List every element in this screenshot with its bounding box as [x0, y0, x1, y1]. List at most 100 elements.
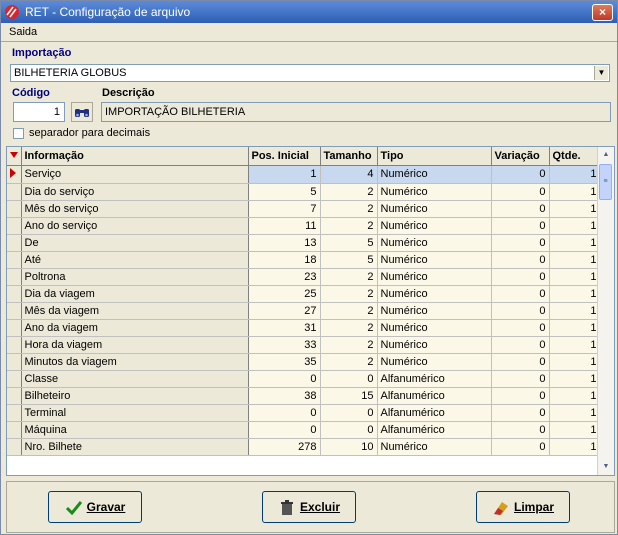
cell-variacao[interactable]: 0 [491, 183, 550, 201]
cell-tamanho[interactable]: 10 [320, 438, 378, 456]
cell-pos-inicial[interactable]: 38 [248, 387, 321, 405]
col-header-tamanho[interactable]: Tamanho [320, 147, 378, 166]
descricao-input[interactable]: IMPORTAÇÃO BILHETERIA [101, 102, 611, 122]
cell-pos-inicial[interactable]: 27 [248, 302, 321, 320]
cell-variacao[interactable]: 0 [491, 387, 550, 405]
cell-qtde[interactable]: 1 [549, 234, 601, 252]
table-row[interactable]: De 13 5 Numérico 0 1 [7, 234, 601, 252]
table-row[interactable]: Serviço 1 4 Numérico 0 1 [7, 165, 601, 184]
cell-informacao[interactable]: Mês do serviço [21, 200, 249, 218]
table-row[interactable]: Minutos da viagem 35 2 Numérico 0 1 [7, 353, 601, 371]
cell-informacao[interactable]: Nro. Bilhete [21, 438, 249, 456]
limpar-button[interactable]: Limpar [476, 491, 570, 523]
col-header-tipo[interactable]: Tipo [377, 147, 492, 166]
cell-pos-inicial[interactable]: 278 [248, 438, 321, 456]
cell-variacao[interactable]: 0 [491, 336, 550, 354]
cell-qtde[interactable]: 1 [549, 285, 601, 303]
scroll-thumb[interactable]: ≡ [599, 164, 612, 200]
cell-informacao[interactable]: Mês da viagem [21, 302, 249, 320]
cell-tamanho[interactable]: 0 [320, 421, 378, 439]
cell-informacao[interactable]: Minutos da viagem [21, 353, 249, 371]
cell-qtde[interactable]: 1 [549, 319, 601, 337]
table-row[interactable]: Poltrona 23 2 Numérico 0 1 [7, 268, 601, 286]
cell-informacao[interactable]: Poltrona [21, 268, 249, 286]
cell-variacao[interactable]: 0 [491, 319, 550, 337]
cell-pos-inicial[interactable]: 1 [248, 165, 321, 184]
cell-tamanho[interactable]: 2 [320, 268, 378, 286]
table-row[interactable]: Até 18 5 Numérico 0 1 [7, 251, 601, 269]
menu-saida[interactable]: Saida [9, 26, 37, 38]
cell-pos-inicial[interactable]: 5 [248, 183, 321, 201]
separador-checkbox[interactable] [13, 128, 24, 139]
cell-tamanho[interactable]: 2 [320, 285, 378, 303]
cell-informacao[interactable]: De [21, 234, 249, 252]
cell-tipo[interactable]: Alfanumérico [377, 404, 492, 422]
cell-variacao[interactable]: 0 [491, 165, 550, 184]
cell-tamanho[interactable]: 15 [320, 387, 378, 405]
cell-tipo[interactable]: Numérico [377, 217, 492, 235]
cell-tamanho[interactable]: 2 [320, 217, 378, 235]
cell-variacao[interactable]: 0 [491, 421, 550, 439]
cell-tamanho[interactable]: 5 [320, 234, 378, 252]
cell-tamanho[interactable]: 4 [320, 165, 378, 184]
cell-variacao[interactable]: 0 [491, 200, 550, 218]
cell-qtde[interactable]: 1 [549, 438, 601, 456]
table-row[interactable]: Ano do serviço 11 2 Numérico 0 1 [7, 217, 601, 235]
cell-tipo[interactable]: Numérico [377, 200, 492, 218]
cell-tipo[interactable]: Alfanumérico [377, 387, 492, 405]
cell-qtde[interactable]: 1 [549, 217, 601, 235]
cell-qtde[interactable]: 1 [549, 302, 601, 320]
cell-informacao[interactable]: Máquina [21, 421, 249, 439]
table-row[interactable]: Dia do serviço 5 2 Numérico 0 1 [7, 183, 601, 201]
cell-qtde[interactable]: 1 [549, 387, 601, 405]
cell-qtde[interactable]: 1 [549, 165, 601, 184]
col-header-informacao[interactable]: Informação [21, 147, 249, 166]
col-header-qtde[interactable]: Qtde. [549, 147, 601, 166]
cell-variacao[interactable]: 0 [491, 370, 550, 388]
cell-qtde[interactable]: 1 [549, 200, 601, 218]
cell-pos-inicial[interactable]: 33 [248, 336, 321, 354]
cell-pos-inicial[interactable]: 0 [248, 404, 321, 422]
table-row[interactable]: Hora da viagem 33 2 Numérico 0 1 [7, 336, 601, 354]
cell-informacao[interactable]: Ano do serviço [21, 217, 249, 235]
cell-tamanho[interactable]: 2 [320, 336, 378, 354]
cell-variacao[interactable]: 0 [491, 438, 550, 456]
cell-tamanho[interactable]: 2 [320, 200, 378, 218]
cell-qtde[interactable]: 1 [549, 353, 601, 371]
cell-tamanho[interactable]: 2 [320, 319, 378, 337]
cell-pos-inicial[interactable]: 25 [248, 285, 321, 303]
cell-pos-inicial[interactable]: 18 [248, 251, 321, 269]
table-row[interactable]: Mês da viagem 27 2 Numérico 0 1 [7, 302, 601, 320]
cell-pos-inicial[interactable]: 0 [248, 370, 321, 388]
vertical-scrollbar[interactable]: ▲ ≡ ▼ [597, 147, 614, 475]
gravar-button[interactable]: Gravar [48, 491, 142, 523]
cell-pos-inicial[interactable]: 13 [248, 234, 321, 252]
cell-qtde[interactable]: 1 [549, 183, 601, 201]
cell-pos-inicial[interactable]: 0 [248, 421, 321, 439]
col-header-pos-inicial[interactable]: Pos. Inicial [248, 147, 321, 166]
cell-tipo[interactable]: Numérico [377, 183, 492, 201]
cell-variacao[interactable]: 0 [491, 353, 550, 371]
cell-pos-inicial[interactable]: 7 [248, 200, 321, 218]
cell-pos-inicial[interactable]: 31 [248, 319, 321, 337]
cell-tipo[interactable]: Numérico [377, 268, 492, 286]
cell-informacao[interactable]: Bilheteiro [21, 387, 249, 405]
cell-informacao[interactable]: Até [21, 251, 249, 269]
cell-variacao[interactable]: 0 [491, 404, 550, 422]
table-row[interactable]: Máquina 0 0 Alfanumérico 0 1 [7, 421, 601, 439]
cell-tipo[interactable]: Numérico [377, 165, 492, 184]
importacao-select[interactable]: BILHETERIA GLOBUS ▼ [10, 64, 610, 82]
cell-tipo[interactable]: Numérico [377, 234, 492, 252]
table-row[interactable]: Mês do serviço 7 2 Numérico 0 1 [7, 200, 601, 218]
cell-tamanho[interactable]: 0 [320, 370, 378, 388]
scroll-up-icon[interactable]: ▲ [598, 147, 614, 163]
cell-pos-inicial[interactable]: 23 [248, 268, 321, 286]
close-button[interactable]: × [592, 4, 613, 21]
scroll-down-icon[interactable]: ▼ [598, 459, 614, 475]
cell-informacao[interactable]: Ano da viagem [21, 319, 249, 337]
cell-variacao[interactable]: 0 [491, 234, 550, 252]
cell-variacao[interactable]: 0 [491, 251, 550, 269]
cell-tipo[interactable]: Numérico [377, 438, 492, 456]
col-header-variacao[interactable]: Variação [491, 147, 550, 166]
cell-tipo[interactable]: Numérico [377, 302, 492, 320]
